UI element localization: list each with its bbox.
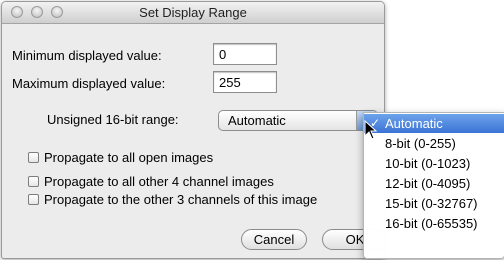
min-value-field[interactable]: 0 (213, 43, 277, 65)
range-popup-button[interactable]: Automatic ▲ ▼ (218, 110, 378, 131)
mouse-pointer-icon (364, 120, 378, 140)
checkbox-label: Propagate to all open images (44, 150, 214, 165)
checkbox-label: Propagate to all other 4 channel images (44, 174, 274, 189)
menu-item-15bit[interactable]: 15-bit (0-32767) (364, 194, 504, 213)
range-dropdown-menu: ✓ Automatic 8-bit (0-255) 10-bit (0-1023… (363, 112, 504, 259)
min-value-label: Minimum displayed value: (12, 48, 162, 63)
set-display-range-dialog: Set Display Range Minimum displayed valu… (1, 1, 385, 259)
checkbox-label: Propagate to the other 3 channels of thi… (44, 192, 318, 207)
cancel-button[interactable]: Cancel (241, 229, 307, 250)
propagate-this-image-checkbox[interactable]: Propagate to the other 3 channels of thi… (28, 192, 317, 207)
window-title: Set Display Range (139, 5, 247, 20)
max-value-field[interactable]: 255 (213, 71, 277, 93)
menu-item-automatic[interactable]: ✓ Automatic (364, 114, 504, 133)
range-label: Unsigned 16-bit range: (47, 112, 179, 127)
propagate-all-open-checkbox[interactable]: Propagate to all open images (28, 150, 213, 165)
checkbox-icon[interactable] (28, 176, 39, 187)
menu-item-10bit[interactable]: 10-bit (0-1023) (364, 154, 504, 173)
menu-item-8bit[interactable]: 8-bit (0-255) (364, 134, 504, 153)
title-bar[interactable]: Set Display Range (2, 2, 384, 24)
menu-item-16bit[interactable]: 16-bit (0-65535) (364, 214, 504, 233)
menu-item-12bit[interactable]: 12-bit (0-4095) (364, 174, 504, 193)
checkbox-icon[interactable] (28, 194, 39, 205)
range-popup-value: Automatic (228, 113, 286, 128)
checkbox-icon[interactable] (28, 152, 39, 163)
propagate-other-channels-checkbox[interactable]: Propagate to all other 4 channel images (28, 174, 274, 189)
menu-item-label: Automatic (385, 116, 443, 131)
max-value-label: Maximum displayed value: (12, 76, 166, 91)
